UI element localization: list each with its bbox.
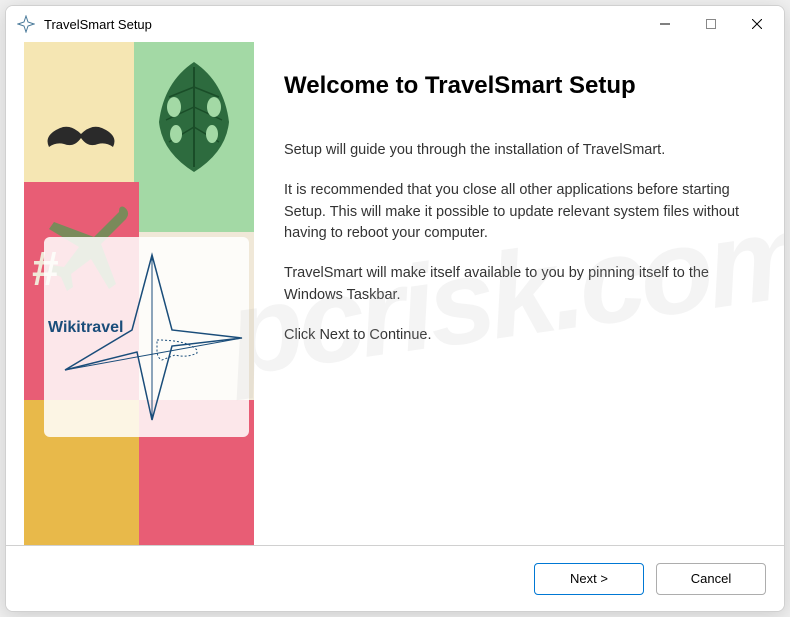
- maximize-button[interactable]: [688, 8, 734, 40]
- content-area: # Wikitravel pcrisk.com Welcome to Trave…: [6, 42, 784, 545]
- taskbar-paragraph: TravelSmart will make itself available t…: [284, 263, 754, 307]
- continue-paragraph: Click Next to Continue.: [284, 325, 754, 347]
- close-button[interactable]: [734, 8, 780, 40]
- body-text: Setup will guide you through the install…: [284, 140, 754, 364]
- titlebar: TravelSmart Setup: [6, 6, 784, 42]
- window-controls: [642, 8, 780, 40]
- compass-icon: [47, 240, 247, 435]
- mustache-icon: [44, 122, 119, 157]
- wikitravel-text: Wikitravel: [48, 319, 123, 337]
- wikitravel-logo: Wikitravel: [44, 237, 249, 437]
- page-heading: Welcome to TravelSmart Setup: [284, 72, 754, 100]
- app-icon: [16, 14, 36, 34]
- leaf-icon: [144, 52, 244, 187]
- window-title: TravelSmart Setup: [44, 17, 642, 32]
- installer-window: TravelSmart Setup: [5, 5, 785, 612]
- footer: Next > Cancel: [6, 545, 784, 611]
- main-content: pcrisk.com Welcome to TravelSmart Setup …: [254, 42, 784, 545]
- cancel-button[interactable]: Cancel: [656, 563, 766, 595]
- minimize-icon: [660, 19, 670, 29]
- maximize-icon: [706, 19, 716, 29]
- minimize-button[interactable]: [642, 8, 688, 40]
- close-icon: [752, 19, 762, 29]
- next-button[interactable]: Next >: [534, 563, 644, 595]
- sidebar-banner: # Wikitravel: [24, 42, 254, 545]
- intro-paragraph: Setup will guide you through the install…: [284, 140, 754, 162]
- recommend-paragraph: It is recommended that you close all oth…: [284, 180, 754, 245]
